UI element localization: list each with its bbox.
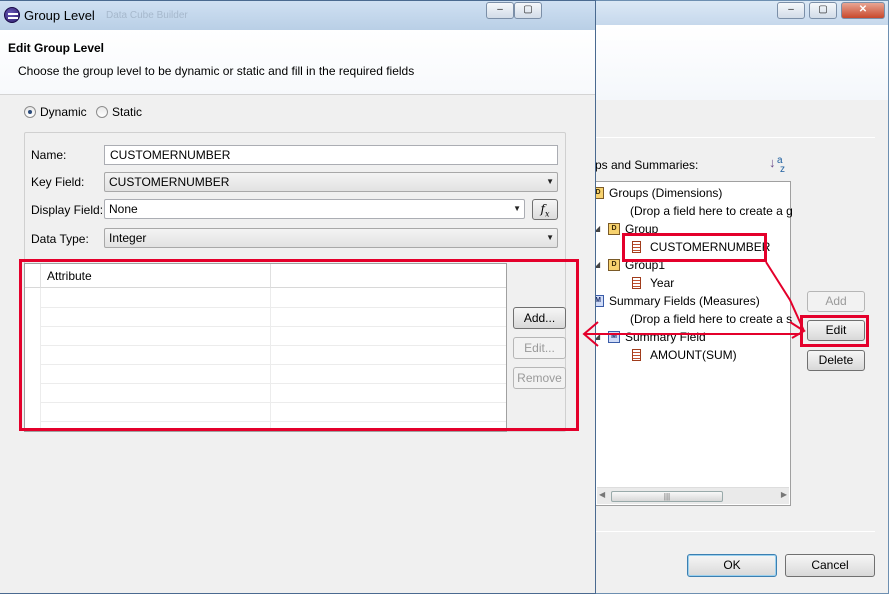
annotation-arrows: [582, 261, 806, 347]
annotation-arrow-to-edit: [765, 261, 805, 332]
